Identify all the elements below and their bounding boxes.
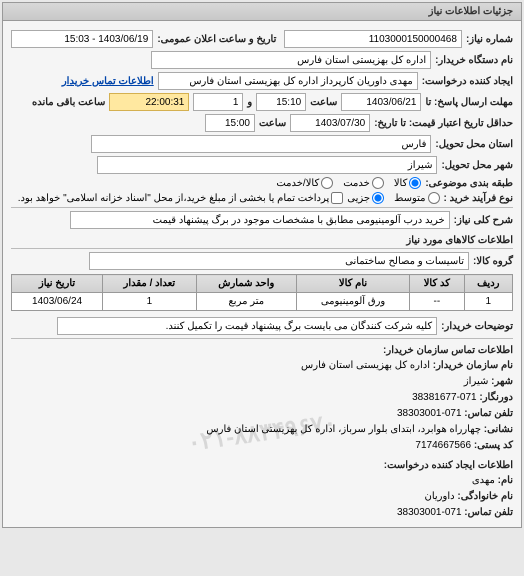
- td-code: --: [410, 293, 464, 311]
- buy-type-partial-label: جزیی: [347, 193, 370, 204]
- reply-day-label: و: [247, 97, 252, 108]
- requester-label: ایجاد کننده درخواست:: [422, 76, 513, 87]
- buy-type-radio-group: متوسط جزیی: [347, 192, 439, 204]
- contact-section-title: اطلاعات تماس سازمان خریدار:: [11, 345, 513, 356]
- class-label: طبقه بندی موضوعی:: [425, 178, 513, 189]
- buy-type-normal-radio[interactable]: متوسط: [394, 192, 439, 204]
- goods-group-label: گروه کالا:: [473, 256, 513, 267]
- items-section-title: اطلاعات کالاهای مورد نیاز: [11, 235, 513, 246]
- class-service-input[interactable]: [372, 177, 384, 189]
- th-name: نام کالا: [296, 275, 409, 293]
- divider-2: [11, 248, 513, 249]
- address-value: چهارراه هوابرد، ابتدای بلوار سرباز، ادار…: [206, 424, 481, 435]
- divider: [11, 207, 513, 208]
- buyer-org-field: اداره کل بهزیستی استان فارس: [151, 51, 431, 69]
- need-number-label: شماره نیاز:: [466, 34, 513, 45]
- creator-phone-value: 071-38303001: [397, 507, 462, 518]
- city-value: شیراز: [464, 376, 489, 387]
- need-number-field: 1103000150000468: [284, 30, 462, 48]
- th-unit: واحد شمارش: [196, 275, 296, 293]
- divider-3: [11, 338, 513, 339]
- buy-type-partial-radio[interactable]: جزیی: [347, 192, 384, 204]
- table-row[interactable]: 1 -- ورق آلومینیومی متر مربع 1 1403/06/2…: [12, 293, 513, 311]
- class-goods-label: کالا: [394, 178, 408, 189]
- creator-info: نام: مهدی نام خانوادگی: داوریان تلفن تما…: [11, 473, 513, 521]
- announce-datetime-field: 1403/06/19 - 15:03: [11, 30, 153, 48]
- td-name: ورق آلومینیومی: [296, 293, 409, 311]
- partial-pay-checkbox[interactable]: [331, 192, 343, 204]
- th-row: ردیف: [464, 275, 512, 293]
- td-unit: متر مربع: [196, 293, 296, 311]
- panel-title: جزئیات اطلاعات نیاز: [3, 3, 521, 21]
- validity-time-label: ساعت: [259, 118, 286, 129]
- table-header-row: ردیف کد کالا نام کالا واحد شمارش تعداد /…: [12, 275, 513, 293]
- reply-days-field: 1: [193, 93, 243, 111]
- th-date: تاریخ نیاز: [12, 275, 103, 293]
- contact-section: ۰۲۱-۸۸۳۴۹۶۷۰ اطلاعات تماس سازمان خریدار:…: [11, 345, 513, 521]
- delivery-city-field: شیراز: [97, 156, 437, 174]
- creator-family-value: داوریان: [425, 491, 455, 502]
- class-goods-service-input[interactable]: [321, 177, 333, 189]
- contact-info: نام سازمان خریدار: اداره کل بهزیستی استا…: [11, 358, 513, 454]
- remaining-label: ساعت باقی مانده: [32, 97, 105, 108]
- class-goods-service-label: کالا/خدمت: [276, 178, 319, 189]
- validity-time-field: 15:00: [205, 114, 255, 132]
- creator-name-label: نام:: [498, 475, 513, 486]
- td-qty: 1: [103, 293, 197, 311]
- creator-name-value: مهدی: [472, 475, 495, 486]
- org-name-value: اداره کل بهزیستی استان فارس: [301, 360, 430, 371]
- phone-value: 071-38303001: [397, 408, 462, 419]
- buy-type-normal-label: متوسط: [394, 193, 425, 204]
- remaining-time-field: 22:00:31: [109, 93, 189, 111]
- reply-time-label: ساعت: [310, 97, 337, 108]
- class-service-radio[interactable]: خدمت: [343, 177, 384, 189]
- delivery-province-field: فارس: [91, 135, 431, 153]
- delivery-province-label: استان محل تحویل:: [435, 139, 513, 150]
- class-goods-service-radio[interactable]: کالا/خدمت: [276, 177, 333, 189]
- fax-value: 071-38381677: [412, 392, 477, 403]
- fax-label: دورنگار:: [479, 392, 513, 403]
- creator-family-label: نام خانوادگی:: [457, 491, 513, 502]
- class-goods-input[interactable]: [409, 177, 421, 189]
- buyer-org-label: نام دستگاه خریدار:: [435, 55, 513, 66]
- postal-value: 7174667566: [415, 440, 471, 451]
- org-name-label: نام سازمان خریدار:: [433, 360, 513, 371]
- reply-deadline-label: مهلت ارسال پاسخ: تا: [425, 97, 513, 108]
- overall-desc-field: خرید درب آلومینیومی مطابق با مشخصات موجو…: [70, 211, 450, 229]
- phone-label: تلفن تماس:: [464, 408, 513, 419]
- address-label: نشانی:: [484, 424, 513, 435]
- reply-date-field: 1403/06/21: [341, 93, 421, 111]
- partial-pay-check[interactable]: پرداخت تمام یا بخشی از مبلغ خرید،از محل …: [18, 192, 344, 204]
- validity-date-field: 1403/07/30: [290, 114, 370, 132]
- td-date: 1403/06/24: [12, 293, 103, 311]
- goods-group-field: تاسیسات و مصالح ساختمانی: [89, 252, 469, 270]
- buy-type-label: نوع فرآیند خرید :: [444, 193, 513, 204]
- class-goods-radio[interactable]: کالا: [394, 177, 422, 189]
- panel-body: شماره نیاز: 1103000150000468 تاریخ و ساع…: [3, 21, 521, 527]
- buyer-notes-field: کلیه شرکت کنندگان می بایست برگ پیشنهاد ق…: [57, 317, 437, 335]
- overall-desc-label: شرح کلی نیاز:: [454, 215, 513, 226]
- partial-pay-label: پرداخت تمام یا بخشی از مبلغ خرید،از محل …: [18, 193, 330, 204]
- city-label: شهر:: [491, 376, 513, 387]
- items-table: ردیف کد کالا نام کالا واحد شمارش تعداد /…: [11, 274, 513, 311]
- postal-label: کد پستی:: [474, 440, 513, 451]
- class-radio-group: کالا خدمت کالا/خدمت: [276, 177, 421, 189]
- validity-label: حداقل تاریخ اعتبار قیمت: تا تاریخ:: [374, 118, 513, 129]
- main-panel: جزئیات اطلاعات نیاز شماره نیاز: 11030001…: [2, 2, 522, 528]
- creator-section-title: اطلاعات ایجاد کننده درخواست:: [11, 460, 513, 471]
- requester-field: مهدی داوریان کارپرداز اداره کل بهزیستی ا…: [158, 72, 418, 90]
- buyer-contact-link[interactable]: اطلاعات تماس خریدار: [62, 76, 154, 87]
- td-row: 1: [464, 293, 512, 311]
- buy-type-partial-input[interactable]: [372, 192, 384, 204]
- class-service-label: خدمت: [343, 178, 370, 189]
- reply-time-field: 15:10: [256, 93, 306, 111]
- announce-datetime-label: تاریخ و ساعت اعلان عمومی:: [157, 34, 276, 45]
- delivery-city-label: شهر محل تحویل:: [441, 160, 513, 171]
- buyer-notes-label: توضیحات خریدار:: [441, 321, 513, 332]
- th-code: کد کالا: [410, 275, 464, 293]
- buy-type-normal-input[interactable]: [428, 192, 440, 204]
- creator-phone-label: تلفن تماس:: [464, 507, 513, 518]
- th-qty: تعداد / مقدار: [103, 275, 197, 293]
